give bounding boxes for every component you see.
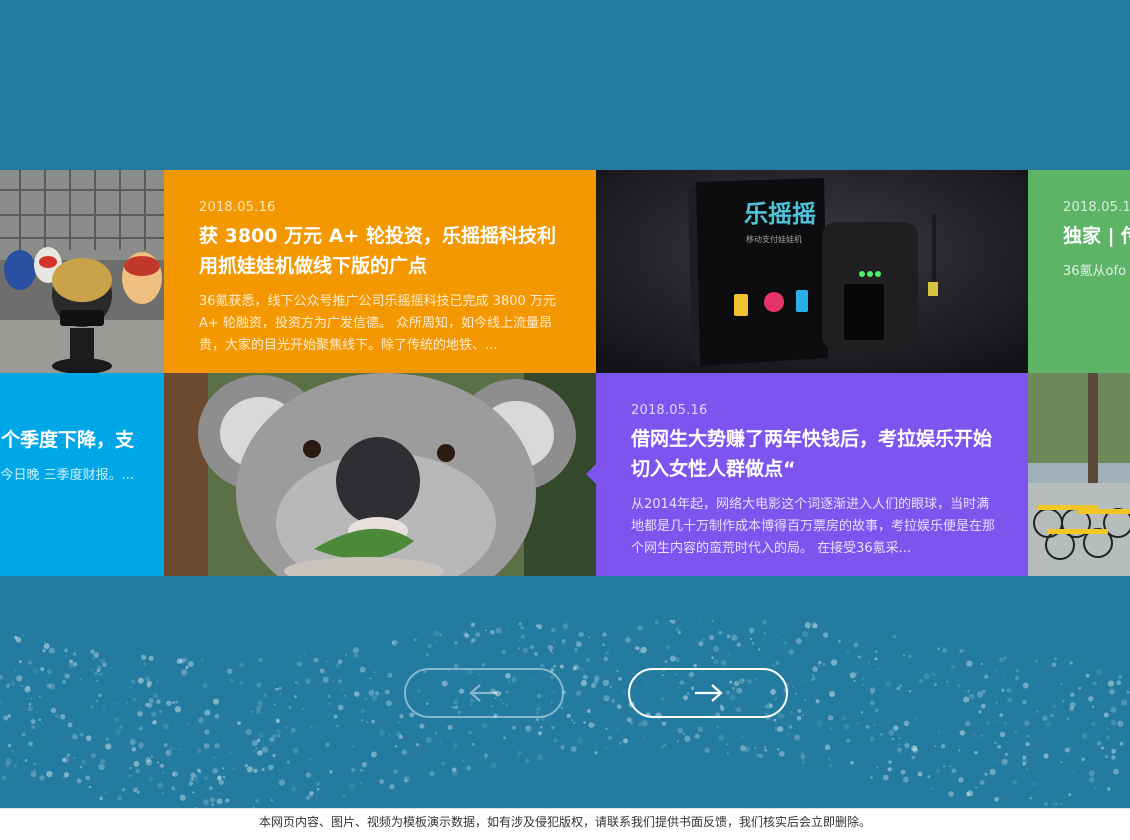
card-date: 2018.05.16 <box>199 200 276 215</box>
product-photo: 乐摇摇 移动支付娃娃机 <box>596 170 1028 373</box>
koala-photo <box>164 373 596 576</box>
card-excerpt: 之际高调派钱，如今 阿里云对标。 今日晚 三季度财报。... <box>0 468 134 483</box>
dot-pattern-background <box>0 620 1130 808</box>
card-title[interactable]: 借网生大势赚了两年快钱后，考拉娱乐开始切入女性人群做点“ <box>631 424 998 484</box>
next-button[interactable] <box>628 668 788 718</box>
news-grid: 2018.05.16 获 3800 万元 A+ 轮投资，乐摇摇科技利用抓娃娃机做… <box>0 170 1130 576</box>
photo-tile-product[interactable]: 乐摇摇 移动支付娃娃机 <box>596 170 1028 373</box>
prev-button[interactable] <box>404 668 564 718</box>
card-date: 2018.05.16 <box>1063 200 1130 215</box>
box-sub-text: 移动支付娃娃机 <box>746 234 802 244</box>
photo-tile-figurines[interactable] <box>0 170 164 373</box>
slider-stage: 2018.05.16 获 3800 万元 A+ 轮投资，乐摇摇科技利用抓娃娃机做… <box>0 0 1130 808</box>
card-excerpt: 从2014年起，网络大电影这个词逐渐进入人们的眼球，当时满地都是几十万制作成本博… <box>631 497 996 556</box>
card-pointer <box>586 464 596 484</box>
copyright-notice: 本网页内容、图片、视频为模板演示数据，如有涉及侵犯版权，请联系我们提供书面反馈，… <box>0 808 1130 840</box>
news-card-koala-ent[interactable]: 2018.05.16 借网生大势赚了两年快钱后，考拉娱乐开始切入女性人群做点“ … <box>596 373 1028 576</box>
photo-tile-bikes[interactable] <box>1028 373 1130 576</box>
bikes-photo <box>1028 373 1130 576</box>
news-card-alibaba[interactable]: 个季度下降，支 之际高调派钱，如今 阿里云对标。 今日晚 三季度财报。... <box>0 373 164 576</box>
news-card-ofo[interactable]: 2018.05.16 独家 | 传 格局或生 36氪从ofo 到滴滴出行 的服务… <box>1028 170 1130 373</box>
card-excerpt: 36氪获悉，线下公众号推广公司乐摇摇科技已完成 3800 万元 A+ 轮融资，投… <box>199 294 556 353</box>
card-title[interactable]: 个季度下降，支 <box>0 425 134 455</box>
news-card-lyy[interactable]: 2018.05.16 获 3800 万元 A+ 轮投资，乐摇摇科技利用抓娃娃机做… <box>164 170 596 373</box>
card-title[interactable]: 获 3800 万元 A+ 轮投资，乐摇摇科技利用抓娃娃机做线下版的广点 <box>199 221 566 281</box>
card-excerpt: 36氪从ofo 到滴滴出行 的服务。 运 <box>1063 264 1130 279</box>
card-title[interactable]: 独家 | 传 格局或生 <box>1063 221 1130 251</box>
card-date: 2018.05.16 <box>631 403 708 418</box>
arrow-right-icon <box>695 684 723 702</box>
figurines-photo <box>0 170 164 373</box>
arrow-left-icon <box>469 684 497 702</box>
photo-tile-koala[interactable] <box>164 373 596 576</box>
box-logo-text: 乐摇摇 <box>744 200 816 228</box>
